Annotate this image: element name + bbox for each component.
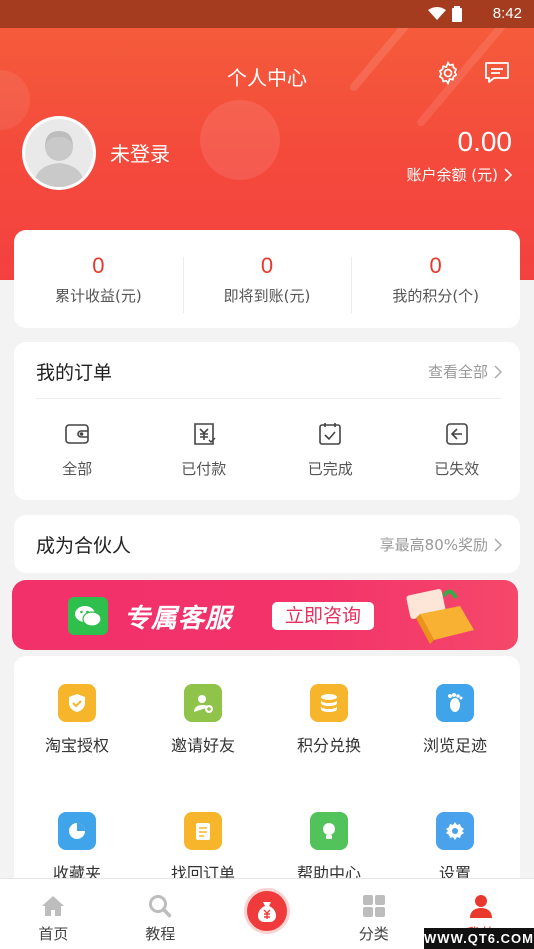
battery-icon — [452, 6, 462, 22]
stats-card: 0 累计收益(元) 0 即将到账(元) 0 我的积分(个) — [14, 230, 520, 328]
gift-box-icon — [406, 589, 474, 644]
completed-icon — [319, 423, 342, 445]
shield-check-icon — [58, 684, 96, 722]
avatar[interactable] — [22, 116, 96, 190]
watermark: WWW.QT6.COM — [424, 928, 534, 949]
balance-link[interactable]: 账户余额 (元) — [407, 164, 512, 185]
order-completed[interactable]: 已完成 — [267, 420, 394, 479]
stat-pending[interactable]: 0 即将到账(元) — [182, 252, 352, 313]
partner-reward-label: 享最高80%奖励 — [379, 536, 488, 554]
search-icon — [149, 895, 172, 918]
wechat-icon — [68, 597, 108, 635]
stat-value: 0 — [429, 252, 442, 278]
user-icon — [469, 895, 492, 918]
partner-card[interactable]: 成为合伙人 享最高80%奖励 — [14, 515, 520, 573]
settings-icon — [436, 812, 474, 850]
balance-value: 0.00 — [457, 126, 513, 157]
chevron-right-icon — [504, 167, 512, 182]
order-paid[interactable]: 已付款 — [141, 420, 268, 479]
tab-label: 分类 — [358, 925, 389, 943]
lightbulb-icon — [310, 812, 348, 850]
tool-label: 浏览足迹 — [422, 736, 487, 755]
pie-chart-icon — [58, 812, 96, 850]
order-all[interactable]: 全部 — [14, 420, 141, 479]
footprint-icon — [436, 684, 474, 722]
partner-title: 成为合伙人 — [36, 535, 132, 557]
tab-tutorial[interactable]: 教程 — [107, 879, 214, 949]
tool-label: 淘宝授权 — [44, 736, 109, 755]
decor-circle — [200, 100, 280, 180]
tool-retrieve-order[interactable]: 找回订单 — [140, 812, 266, 884]
coins-icon — [310, 684, 348, 722]
settings-button[interactable] — [433, 58, 463, 88]
money-bag-button[interactable] — [244, 888, 290, 934]
money-bag-icon — [258, 902, 276, 922]
paid-icon — [193, 423, 216, 445]
order-expired[interactable]: 已失效 — [394, 420, 521, 479]
stat-value: 0 — [260, 252, 274, 278]
tab-home[interactable]: 首页 — [0, 879, 107, 949]
tool-taobao-auth[interactable]: 淘宝授权 — [14, 684, 140, 756]
tool-points-exchange[interactable]: 积分兑换 — [266, 684, 392, 756]
order-label: 已付款 — [181, 460, 227, 478]
chevron-right-icon — [494, 537, 502, 552]
consult-button[interactable]: 立即咨询 — [272, 602, 374, 630]
tool-help-center[interactable]: 帮助中心 — [266, 812, 392, 884]
tab-label: 教程 — [145, 925, 176, 943]
status-time: 8:42 — [492, 5, 522, 22]
message-icon — [485, 62, 509, 83]
tool-invite-friends[interactable]: 邀请好友 — [140, 684, 266, 756]
stat-value: 0 — [92, 252, 105, 278]
tools-card: 淘宝授权 邀请好友 积分兑换 浏览足迹 收藏夹 找回订单 帮助中心 设置 — [14, 656, 520, 896]
status-bar: 8:42 — [0, 0, 534, 28]
tool-settings[interactable]: 设置 — [392, 812, 518, 884]
stat-label: 累计收益(元) — [54, 286, 142, 305]
wifi-icon — [428, 7, 446, 20]
grid-icon — [362, 895, 385, 917]
stat-points[interactable]: 0 我的积分(个) — [351, 252, 520, 313]
gear-icon — [438, 60, 458, 86]
home-icon — [42, 896, 65, 916]
login-link[interactable]: 未登录 — [110, 138, 170, 167]
view-all-label: 查看全部 — [427, 363, 488, 381]
stat-label: 即将到账(元) — [223, 286, 311, 305]
stat-total-earnings[interactable]: 0 累计收益(元) — [14, 253, 183, 306]
tab-category[interactable]: 分类 — [320, 879, 427, 949]
orders-card: 我的订单 查看全部 全部 已付款 已完成 已失效 — [14, 342, 520, 500]
order-label: 全部 — [62, 460, 93, 478]
stat-label: 我的积分(个) — [392, 286, 480, 305]
order-icon — [184, 812, 222, 850]
chevron-right-icon — [494, 364, 502, 379]
view-all-orders[interactable]: 查看全部 — [428, 361, 502, 382]
tool-browse-history[interactable]: 浏览足迹 — [392, 684, 518, 756]
tool-favorites[interactable]: 收藏夹 — [14, 812, 140, 884]
add-user-icon — [184, 684, 222, 722]
tool-label: 邀请好友 — [170, 736, 235, 755]
banner-title: 专属客服 — [124, 604, 233, 634]
wallet-icon — [65, 424, 90, 444]
order-label: 已失效 — [434, 460, 480, 478]
customer-service-banner[interactable]: 专属客服 立即咨询 — [12, 580, 518, 650]
divider — [36, 398, 502, 399]
partner-reward: 享最高80%奖励 — [380, 534, 502, 555]
order-label: 已完成 — [307, 460, 353, 478]
tab-label: 首页 — [38, 925, 69, 943]
messages-button[interactable] — [482, 58, 512, 88]
expired-icon — [445, 423, 468, 445]
tool-label: 积分兑换 — [296, 736, 361, 755]
default-avatar-icon — [25, 119, 93, 187]
balance-label: 账户余额 (元) — [406, 166, 498, 184]
orders-title: 我的订单 — [36, 362, 113, 384]
